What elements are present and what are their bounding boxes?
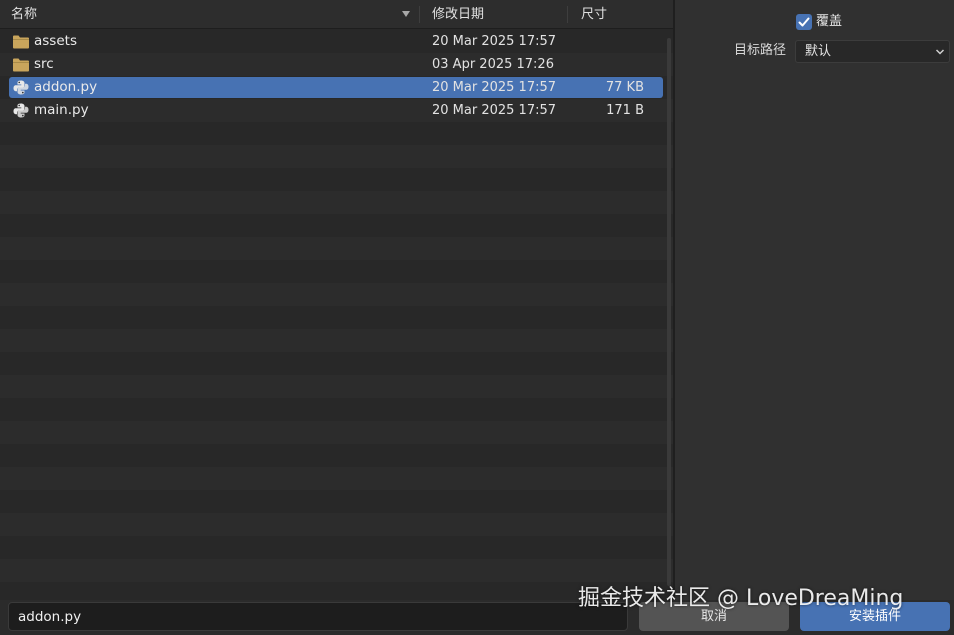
- row-stripe: [0, 329, 673, 352]
- column-name-header[interactable]: 名称: [11, 0, 37, 29]
- file-row[interactable]: src 03 Apr 2025 17:26: [9, 54, 663, 75]
- install-addon-button[interactable]: 安装插件: [800, 602, 950, 631]
- overwrite-checkbox[interactable]: [796, 14, 812, 30]
- row-stripe: [0, 191, 673, 214]
- file-size: 171 B: [606, 103, 644, 118]
- file-name: assets: [34, 33, 77, 49]
- row-stripe: [0, 352, 673, 375]
- sort-descending-icon[interactable]: [401, 9, 411, 19]
- row-stripe: [0, 444, 673, 467]
- file-size: 77 KB: [605, 80, 644, 95]
- row-stripe: [0, 260, 673, 283]
- target-path-dropdown[interactable]: 默认: [795, 40, 950, 63]
- folder-icon: [12, 33, 30, 50]
- column-divider[interactable]: [567, 6, 568, 23]
- column-modified-header[interactable]: 修改日期: [432, 0, 484, 29]
- row-stripe: [0, 214, 673, 237]
- checkmark-icon: [798, 17, 810, 27]
- row-stripe: [0, 559, 673, 582]
- chevron-down-icon: [935, 49, 945, 55]
- row-stripe: [0, 283, 673, 306]
- column-header: 名称 修改日期 尺寸: [0, 0, 673, 29]
- options-panel: 覆盖 目标路径 默认: [675, 0, 954, 600]
- file-modified: 20 Mar 2025 17:57: [432, 34, 557, 49]
- filename-input[interactable]: [8, 602, 628, 631]
- row-stripe: [0, 375, 673, 398]
- python-file-icon: [12, 102, 30, 119]
- scrollbar[interactable]: [667, 38, 671, 586]
- file-list-panel: 名称 修改日期 尺寸 assets 20 Mar 2025 17:57 src 03 …: [0, 0, 673, 600]
- row-stripe: [0, 122, 673, 145]
- target-path-value: 默认: [805, 44, 832, 59]
- overwrite-label[interactable]: 覆盖: [816, 12, 842, 32]
- file-name: addon.py: [34, 79, 98, 95]
- row-stripe: [0, 513, 673, 536]
- file-modified: 20 Mar 2025 17:57: [432, 103, 557, 118]
- row-stripe: [0, 467, 673, 490]
- row-stripe: [0, 237, 673, 260]
- file-browser-dialog: 名称 修改日期 尺寸 assets 20 Mar 2025 17:57 src 03 …: [0, 0, 954, 635]
- file-name: src: [34, 56, 54, 72]
- file-name: main.py: [34, 102, 89, 118]
- file-modified: 03 Apr 2025 17:26: [432, 57, 554, 72]
- row-stripe: [0, 398, 673, 421]
- row-stripe: [0, 145, 673, 168]
- column-size-header[interactable]: 尺寸: [581, 0, 607, 29]
- row-stripe: [0, 490, 673, 513]
- row-stripe: [0, 536, 673, 559]
- folder-icon: [12, 56, 30, 73]
- file-modified: 20 Mar 2025 17:57: [432, 80, 557, 95]
- file-row[interactable]: addon.py 20 Mar 2025 17:57 77 KB: [9, 77, 663, 98]
- row-stripe: [0, 168, 673, 191]
- python-file-icon: [12, 79, 30, 96]
- target-path-label: 目标路径: [733, 43, 786, 58]
- file-list: assets 20 Mar 2025 17:57 src 03 Apr 2025 17…: [0, 30, 673, 600]
- file-row[interactable]: assets 20 Mar 2025 17:57: [9, 31, 663, 52]
- row-stripe: [0, 421, 673, 444]
- column-divider[interactable]: [419, 6, 420, 23]
- file-row[interactable]: main.py 20 Mar 2025 17:57 171 B: [9, 100, 663, 121]
- dialog-footer: 取消 安装插件: [0, 600, 954, 635]
- row-stripe: [0, 582, 673, 600]
- cancel-button[interactable]: 取消: [639, 602, 789, 631]
- row-stripe: [0, 306, 673, 329]
